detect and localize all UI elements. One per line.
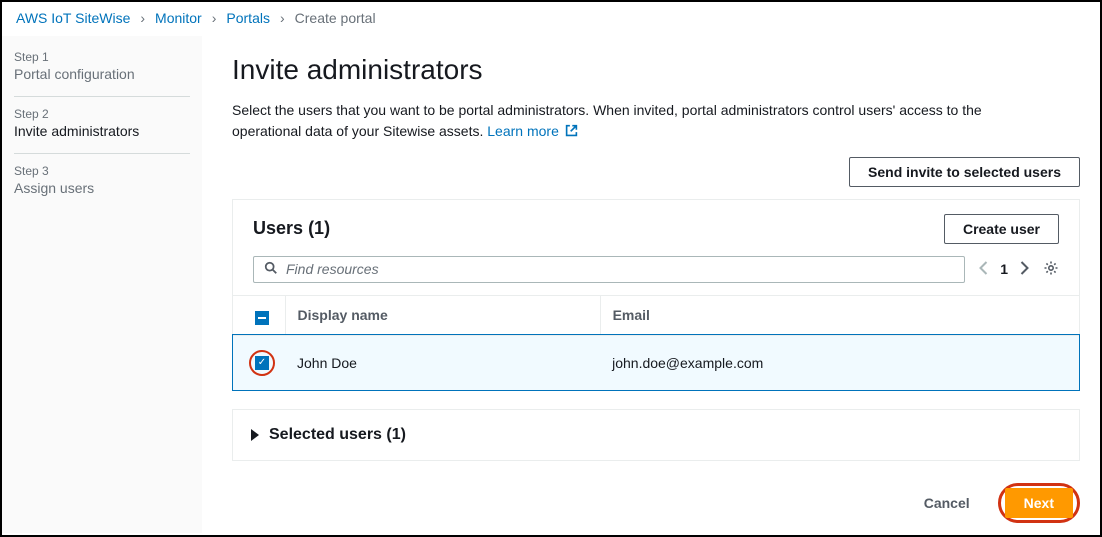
cancel-button[interactable]: Cancel <box>906 489 988 517</box>
next-page-icon[interactable] <box>1020 261 1029 278</box>
highlight-ellipse: Next <box>998 483 1080 523</box>
send-invite-button[interactable]: Send invite to selected users <box>849 157 1080 187</box>
breadcrumb-link-monitor[interactable]: Monitor <box>155 10 202 26</box>
breadcrumb-current: Create portal <box>295 10 376 26</box>
cell-email: john.doe@example.com <box>600 335 1079 390</box>
next-button[interactable]: Next <box>1005 488 1073 518</box>
col-display-name[interactable]: Display name <box>285 295 600 335</box>
select-all-checkbox[interactable] <box>255 311 269 325</box>
breadcrumb: AWS IoT SiteWise › Monitor › Portals › C… <box>2 2 1100 36</box>
page-number: 1 <box>1000 261 1008 277</box>
page-description: Select the users that you want to be por… <box>232 100 1052 143</box>
steps-sidebar: Step 1 Portal configuration Step 2 Invit… <box>2 36 202 533</box>
col-email[interactable]: Email <box>600 295 1079 335</box>
breadcrumb-link-portals[interactable]: Portals <box>226 10 270 26</box>
external-link-icon <box>565 122 578 143</box>
users-heading: Users (1) <box>253 218 330 239</box>
users-panel: Users (1) Create user 1 <box>232 199 1080 391</box>
search-input[interactable] <box>286 261 954 277</box>
search-icon <box>264 261 278 278</box>
settings-icon[interactable] <box>1043 260 1059 279</box>
learn-more-link[interactable]: Learn more <box>487 123 577 139</box>
chevron-right-icon: › <box>212 10 217 26</box>
highlight-circle: ✓ <box>249 350 275 376</box>
selected-users-toggle[interactable]: Selected users (1) <box>232 409 1080 461</box>
row-checkbox[interactable]: ✓ <box>255 356 269 370</box>
pagination: 1 <box>979 261 1029 278</box>
search-input-wrapper[interactable] <box>253 256 965 283</box>
create-user-button[interactable]: Create user <box>944 214 1059 244</box>
caret-right-icon <box>251 429 259 441</box>
chevron-right-icon: › <box>140 10 145 26</box>
step-invite-administrators[interactable]: Step 2 Invite administrators <box>14 97 190 154</box>
cell-display-name: John Doe <box>285 335 600 390</box>
users-table: Display name Email ✓ John Doe john.doe@e… <box>233 295 1079 390</box>
step-assign-users[interactable]: Step 3 Assign users <box>14 154 190 210</box>
prev-page-icon[interactable] <box>979 261 988 278</box>
page-title: Invite administrators <box>232 54 1080 86</box>
table-row[interactable]: ✓ John Doe john.doe@example.com <box>233 335 1079 390</box>
chevron-right-icon: › <box>280 10 285 26</box>
step-portal-configuration[interactable]: Step 1 Portal configuration <box>14 40 190 97</box>
breadcrumb-link-sitewise[interactable]: AWS IoT SiteWise <box>16 10 130 26</box>
